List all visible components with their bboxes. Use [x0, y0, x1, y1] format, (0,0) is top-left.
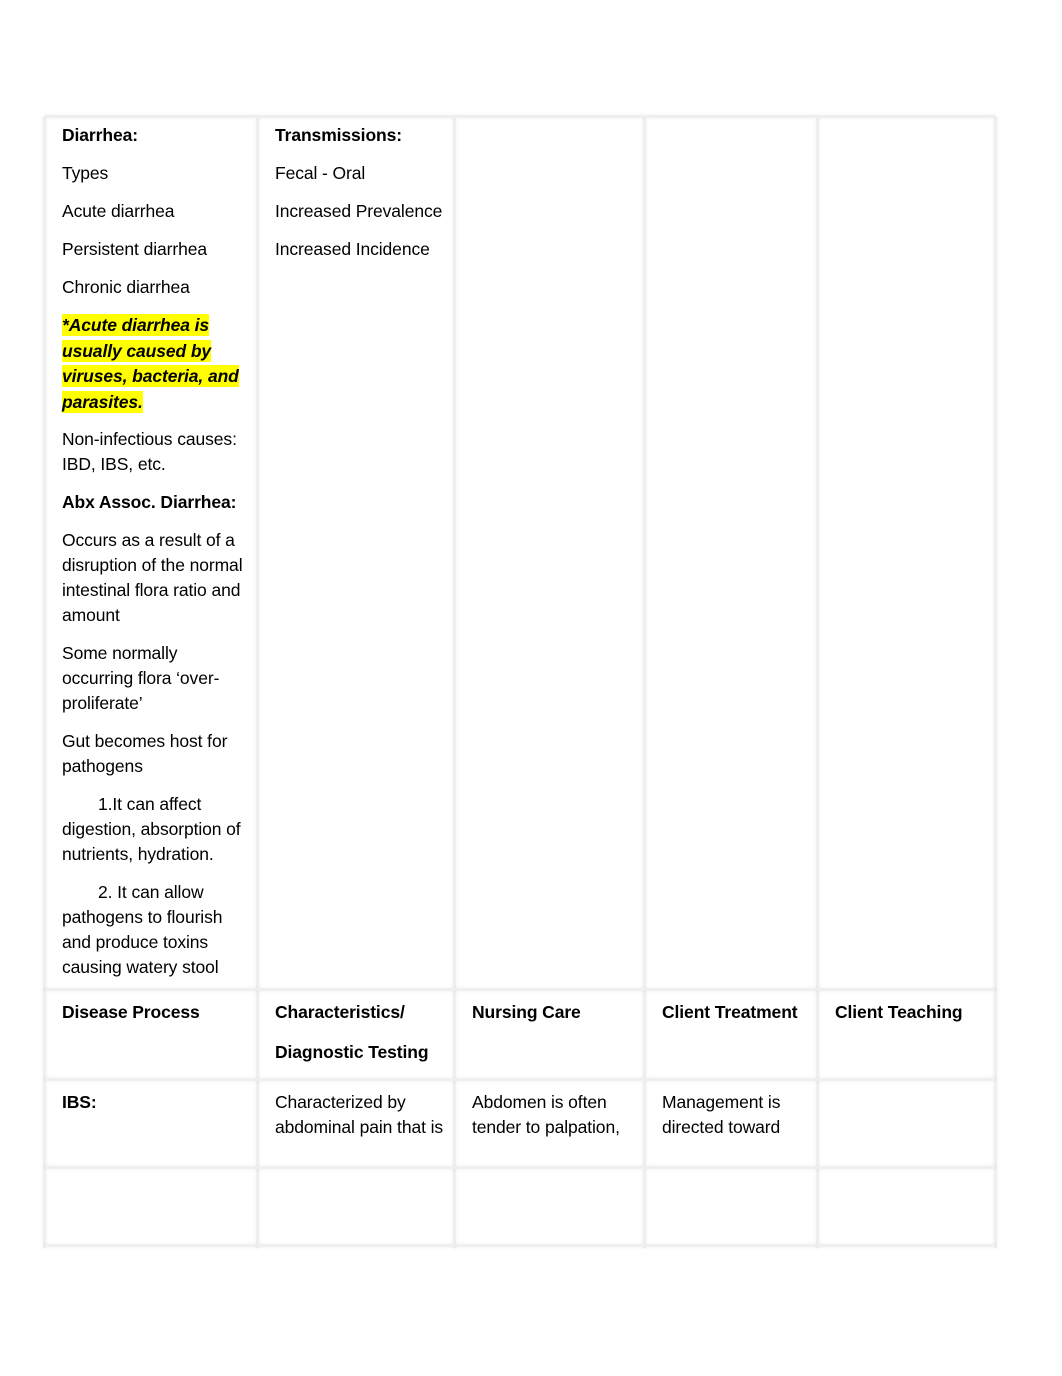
table-bottom-section: Disease Process Characteristics/ Diagnos… [43, 988, 997, 1248]
header-label-characteristics: Characteristics/ [275, 1002, 405, 1022]
study-guide-table: Diarrhea: Types Acute diarrhea Persisten… [43, 115, 997, 1248]
cell-top-empty-4 [645, 117, 818, 990]
header-cell-disease-process: Disease Process [45, 990, 258, 1080]
cell-client-treatment: Management is directed toward [645, 1080, 818, 1168]
heading-transmissions: Transmissions: [275, 125, 402, 145]
abx-paragraph-3: Gut becomes host for pathogens [62, 731, 228, 776]
header-cell-characteristics: Characteristics/ Diagnostic Testing [258, 990, 455, 1080]
header-cell-client-teaching: Client Teaching [818, 990, 995, 1080]
table-row: IBS: Characterized by abdominal pain tha… [45, 1080, 995, 1168]
header-label-client-teaching: Client Teaching [835, 1002, 963, 1022]
cell-diarrhea: Diarrhea: Types Acute diarrhea Persisten… [45, 117, 258, 990]
diarrhea-item-persistent: Persistent diarrhea [62, 239, 207, 259]
heading-abx-assoc-diarrhea: Abx Assoc. Diarrhea: [62, 492, 237, 512]
transmission-item-increased-prevalence: Increased Prevalence [275, 201, 443, 221]
header-label-nursing-care: Nursing Care [472, 1002, 581, 1022]
table-header-row: Disease Process Characteristics/ Diagnos… [45, 990, 995, 1080]
abx-paragraph-1: Occurs as a result of a disruption of th… [62, 530, 243, 625]
cell-transmissions: Transmissions: Fecal - Oral Increased Pr… [258, 117, 455, 990]
transmission-item-increased-incidence: Increased Incidence [275, 239, 430, 259]
cell-characteristics: Characterized by abdominal pain that is [258, 1080, 455, 1168]
transmission-item-fecal-oral: Fecal - Oral [275, 163, 366, 183]
non-infectious-causes: Non-infectious causes: IBD, IBS, etc. [62, 429, 237, 474]
header-label-diagnostic-testing: Diagnostic Testing [275, 1042, 429, 1062]
cell-client-teaching [818, 1080, 995, 1168]
diarrhea-item-acute: Acute diarrhea [62, 201, 175, 221]
value-disease-process: IBS: [62, 1092, 97, 1112]
cell-top-empty-3 [455, 117, 645, 990]
header-label-client-treatment: Client Treatment [662, 1002, 798, 1022]
table-bottom-border [45, 1244, 995, 1247]
header-cell-client-treatment: Client Treatment [645, 990, 818, 1080]
cell-nursing-care: Abdomen is often tender to palpation, [455, 1080, 645, 1168]
cell-top-empty-5 [818, 117, 995, 990]
abx-numbered-1: 1.It can affect digestion, absorption of… [62, 794, 241, 864]
abx-paragraph-2: Some normally occurring flora ‘over-prol… [62, 643, 220, 713]
heading-diarrhea: Diarrhea: [62, 125, 138, 145]
header-cell-nursing-care: Nursing Care [455, 990, 645, 1080]
value-characteristics: Characterized by abdominal pain that is [275, 1092, 444, 1137]
cell-disease-process: IBS: [45, 1080, 258, 1168]
table-top-section: Diarrhea: Types Acute diarrhea Persisten… [43, 115, 997, 990]
value-client-treatment: Management is directed toward [662, 1092, 781, 1137]
document-page: Diarrhea: Types Acute diarrhea Persisten… [0, 0, 1062, 1376]
diarrhea-item-types: Types [62, 163, 109, 183]
header-label-disease-process: Disease Process [62, 1002, 200, 1022]
value-nursing-care: Abdomen is often tender to palpation, [472, 1092, 620, 1137]
highlighted-note: *Acute diarrhea is usually caused by vir… [62, 313, 246, 415]
abx-numbered-2: 2. It can allow pathogens to flourish an… [62, 882, 223, 977]
diarrhea-item-chronic: Chronic diarrhea [62, 277, 190, 297]
highlighted-note-text: *Acute diarrhea is usually caused by vir… [62, 314, 239, 413]
